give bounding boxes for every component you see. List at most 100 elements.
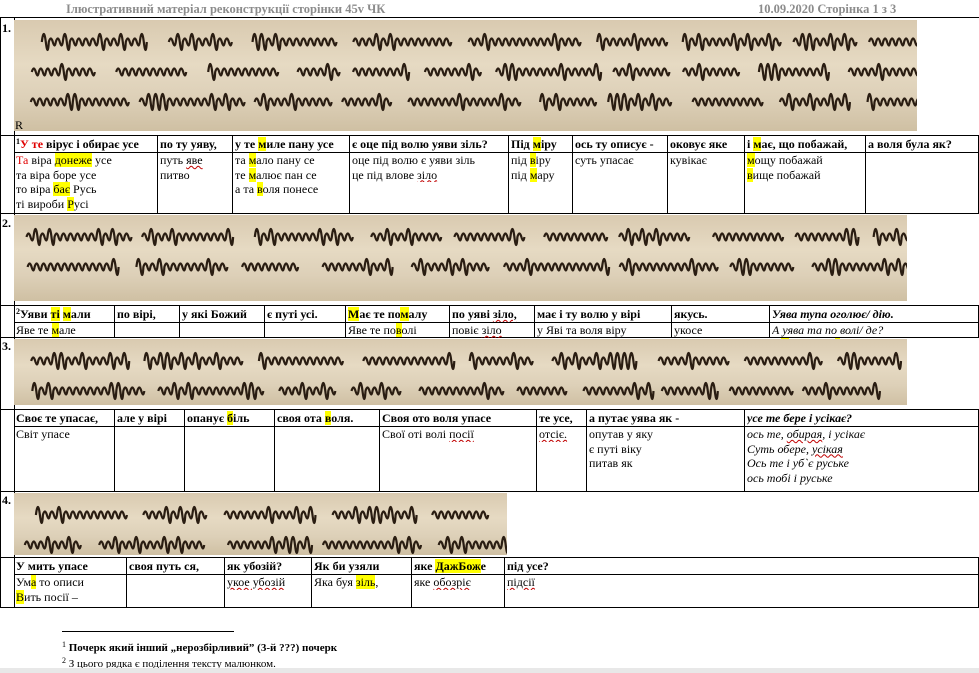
manuscript-script-drawing [30,351,903,401]
text-part: , і усікає [822,427,866,441]
handwriting-stroke [207,62,280,82]
transcription-line: Ось те і уб`є руське [747,456,978,471]
row-divider [0,607,979,608]
transcription-line: питво [160,168,232,183]
handwriting-stroke [453,227,526,247]
text-part: укое убозій [227,575,286,589]
transcription-line: отсіє. [539,427,586,442]
handwriting-stroke [138,92,246,112]
manuscript-image [14,215,907,301]
text-part: усе [92,153,112,167]
manuscript-image [14,339,907,405]
header-part: оля. [331,411,354,425]
section-number: 2. [2,216,11,230]
column-divider [508,135,509,213]
header-part: має і ту волю у вірі [537,307,641,321]
text-part: отсіє. [539,427,568,441]
text-part: оце під волю є уяви зіль [352,153,475,167]
text-part: а та [235,182,258,196]
text-part: ище побажай [752,167,821,182]
handwriting-stroke [468,351,534,371]
handwriting-stroke [607,92,673,112]
header-part: Уяви [20,307,51,321]
handwriting-stroke [253,227,354,247]
handwriting-stroke [872,227,907,247]
column-header: оковує яке [670,137,744,152]
handwriting-stroke [467,32,582,52]
row-divider [0,491,979,492]
column-header: у те миле пану усе [235,137,349,152]
handwriting-stroke [135,257,229,277]
column-divider [534,305,535,337]
header-part: М [348,307,360,321]
row-divider [0,213,979,214]
column-divider [349,135,350,213]
header-part: м [532,137,541,151]
header-part: али [70,307,91,321]
handwriting-stroke [370,227,443,247]
footnote-reference: 2 [16,307,20,316]
text-part: м [248,167,257,182]
header-part: ає те по [359,307,401,321]
header-part: усе те бере і усікає? [747,411,853,425]
column-divider [114,409,115,491]
section-number: 3. [2,339,11,353]
text-part: це під влове [352,167,418,182]
handwriting-stroke [682,62,741,82]
transcription-line: це під влове зіло [352,168,508,183]
header-part: е [480,559,486,573]
transcription-cell: укое убозій [227,575,311,590]
header-part: у які Божий [182,307,247,321]
text-part: ало пану се [256,153,315,167]
handwriting-stroke [410,257,490,277]
header-part: є оце під волю уяви зіль? [352,137,488,151]
transcription-cell: Світ упасе [16,427,114,442]
handwriting-stroke [98,535,206,555]
column-divider [671,305,672,337]
table-border-top [0,17,979,18]
column-divider [126,557,127,607]
column-header: своя ота воля. [277,411,379,426]
column-header: є оце під волю уяви зіль? [352,137,508,152]
column-divider [184,409,185,491]
handwriting-stroke [321,257,394,277]
document-title: Ілюстративний матеріал реконструкції сто… [66,2,386,16]
header-part: а путає уява як - [589,411,680,425]
header-part: иле пану усе [266,137,334,151]
manuscript-image [14,493,507,555]
row-divider [0,135,979,136]
transcription-line: яке обозріє [414,575,504,590]
text-part: але [59,323,76,337]
text-part: оля понесе [262,182,319,196]
column-divider [667,135,668,213]
transcription-cell: під віру під мару [511,153,572,182]
header-part: вірус і обирає усе [43,137,139,151]
column-divider [572,135,573,213]
handwriting-stroke [516,386,568,396]
handwriting-stroke [407,92,522,112]
text-part: суть упасає [575,153,634,167]
header-part: є путі усі. [267,307,318,321]
text-part: Та [16,153,29,167]
column-header: У мить упасе [16,559,126,574]
transcription-line: те малює пан се [235,167,349,183]
column-header: Своє те упасає, [16,411,114,426]
manuscript-script-drawing [29,32,917,112]
transcription-cell: отсіє. [539,427,586,442]
footnote-mark: 2 [62,656,66,665]
transcription-cell: та мало пану се те малює пан се а та воля … [235,153,349,197]
text-part: В [16,589,25,604]
handwriting-stroke [143,351,244,371]
header-part: по ту уяву, [160,137,217,151]
transcription-line: опутав у яку [589,427,744,442]
handwriting-stroke [612,62,671,82]
transcription-line: суть упасає [575,153,667,168]
header-part: м [62,307,71,321]
transcription-cell: у Яві та воля віру [537,323,671,338]
text-part: та [235,153,249,167]
text-part: бає [53,182,71,196]
header-part: якусь. [674,307,708,321]
column-header: є путі усі. [267,307,345,322]
text-part: А уява та по волі/ де? [772,323,884,337]
column-header: своя путь ся, [129,559,224,574]
